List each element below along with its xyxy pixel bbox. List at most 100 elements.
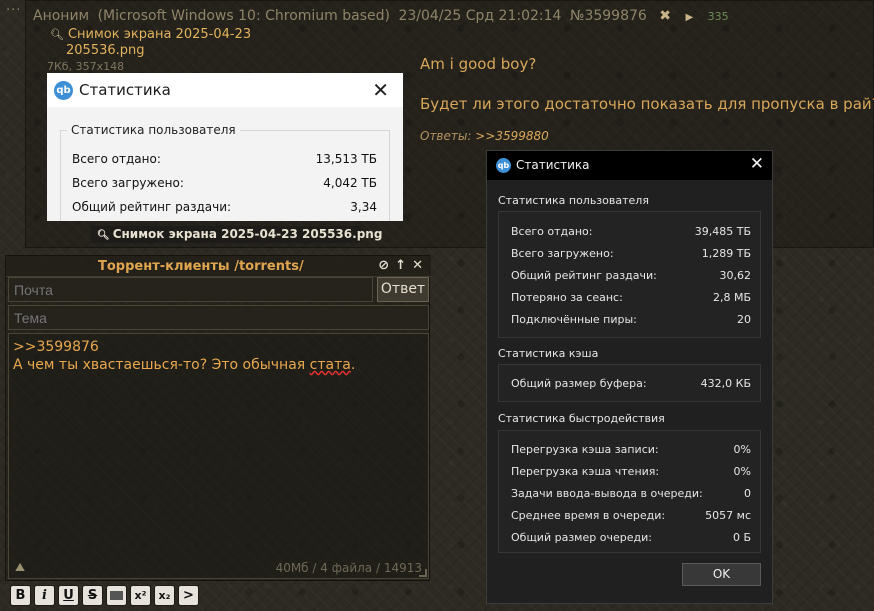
stat-row: Общий рейтинг раздачи: 30,62 <box>511 269 751 282</box>
attachment-name-line1[interactable]: Снимок экрана 2025-04-23 <box>68 27 251 42</box>
thumb-group-title: Статистика пользователя <box>67 123 240 137</box>
markup-toolbar: Bi U Sx² x₂ > <box>10 585 202 606</box>
section-title-performance: Статистика быстродействия <box>498 412 665 425</box>
reply-link[interactable]: >>3599880 <box>475 129 549 143</box>
section-title-cache: Статистика кэша <box>498 347 599 360</box>
message-text: . <box>350 357 356 373</box>
ok-button[interactable]: OK <box>682 563 761 586</box>
stat-value: 0 <box>744 487 751 500</box>
stat-row: Общий размер очереди: 0 Б <box>511 531 751 544</box>
stat-value: 5057 мс <box>705 509 751 522</box>
user-stats-box: Всего отдано: 39,485 ТБ Всего загружено: 1… <box>498 211 761 338</box>
stat-row: Всего отдано: 39,485 ТБ <box>511 225 751 238</box>
reply-form-titlebar[interactable]: Торрент-клиенты /torrents/ ⊘ ↑ ✕ <box>6 256 431 277</box>
post-datetime: 23/04/25 Срд 21:02:14 <box>398 8 562 24</box>
post-header: Аноним (Microsoft Windows 10: Chromium b… <box>33 8 733 24</box>
stat-row: Общий размер буфера: 432,0 КБ <box>511 377 751 390</box>
reply-button[interactable]: Ответ <box>377 277 429 302</box>
performance-stats-box: Перегрузка кэша записи: 0% Перегрузка кэш… <box>498 430 761 553</box>
post-replies: Ответы: >>3599880 <box>420 129 549 143</box>
stat-value: 30,62 <box>719 269 752 282</box>
underline-button[interactable]: U <box>58 585 79 606</box>
stat-label: Общий рейтинг раздачи: <box>511 269 657 282</box>
message-text: А чем ты хвастаешься-то? Это обычная <box>13 357 310 373</box>
play-icon[interactable]: ▶ <box>685 12 693 23</box>
magnifier-icon: 🔍︎ <box>50 28 64 41</box>
stat-label: Общий размер очереди: <box>511 531 652 544</box>
message-textarea[interactable]: >>3599876 А чем ты хвастаешься-то? Это о… <box>8 333 429 579</box>
stat-label: Задачи ввода-вывода в очереди: <box>511 487 703 500</box>
stat-value: 3,34 <box>350 200 377 214</box>
arrow-up-icon[interactable]: ↑ <box>395 258 406 273</box>
close-icon[interactable]: ✕ <box>750 154 764 174</box>
section-title-user: Статистика пользователя <box>498 194 649 207</box>
qbittorrent-logo-icon: qb <box>54 81 73 100</box>
close-icon[interactable]: ✕ <box>412 258 423 273</box>
reply-form: Торрент-клиенты /torrents/ ⊘ ↑ ✕ Ответ >>3… <box>5 255 431 581</box>
board-logo-icon: ⛰ <box>15 560 26 574</box>
stat-value: 20 <box>737 313 751 326</box>
thumb-window-title: Статистика <box>79 81 171 99</box>
post-reply-count: 335 <box>707 10 729 23</box>
stat-label: Потеряно за сеанс: <box>511 291 623 304</box>
stat-value: 0% <box>733 443 751 456</box>
stat-row: Перегрузка кэша записи: 0% <box>511 443 751 456</box>
stat-label: Всего отдано: <box>72 152 161 166</box>
stat-value: 39,485 ТБ <box>694 225 751 238</box>
thumb-window-titlebar: qb Статистика ✕ <box>47 73 403 107</box>
statistics-dialog: qb Статистика ✕ Статистика пользователя … <box>486 150 773 604</box>
strikethrough-button[interactable]: S <box>82 585 103 606</box>
subscript-button[interactable]: x₂ <box>154 585 175 606</box>
message-text-line: А чем ты хвастаешься-то? Это обычная ста… <box>13 357 355 373</box>
stat-label: Всего загружено: <box>511 247 614 260</box>
thumb-stat-row: Всего загружено: 4,042 ТБ <box>72 176 377 190</box>
stat-value: 1,289 ТБ <box>701 247 751 260</box>
quote-button[interactable]: > <box>178 585 199 606</box>
cache-stats-box: Общий размер буфера: 432,0 КБ <box>498 364 761 402</box>
attachment-meta: 7Кб, 357x148 <box>47 60 125 73</box>
attachment-thumbnail[interactable]: qb Статистика ✕ Статистика пользователя … <box>47 73 403 221</box>
thumbnail-caption-text[interactable]: Снимок экрана 2025-04-23 205536.png <box>113 227 383 241</box>
superscript-button[interactable]: x² <box>130 585 151 606</box>
stat-label: Всего отдано: <box>511 225 593 238</box>
email-field[interactable] <box>8 277 373 302</box>
misspelled-word: стата <box>309 357 351 373</box>
hide-post-icon[interactable]: ✖ <box>659 8 671 24</box>
reply-form-title: Торрент-клиенты /torrents/ <box>98 259 304 274</box>
spoiler-icon <box>110 591 123 600</box>
thumb-window-body: Статистика пользователя Всего отдано: 13… <box>47 107 403 221</box>
block-icon[interactable]: ⊘ <box>378 258 389 273</box>
post-number[interactable]: №3599876 <box>570 8 647 24</box>
dialog-titlebar[interactable]: qb Статистика ✕ <box>487 151 772 180</box>
message-quote-line: >>3599876 <box>13 339 99 355</box>
replies-label: Ответы: <box>420 129 472 143</box>
stat-value: 2,8 МБ <box>712 291 751 304</box>
stat-row: Перегрузка кэша чтения: 0% <box>511 465 751 478</box>
stat-label: Подключённые пиры: <box>511 313 637 326</box>
stat-row: Потеряно за сеанс: 2,8 МБ <box>511 291 751 304</box>
post-client: (Microsoft Windows 10: Chromium based) <box>97 8 390 24</box>
stat-row: Среднее время в очереди: 5057 мс <box>511 509 751 522</box>
stat-label: Перегрузка кэша чтения: <box>511 465 660 478</box>
stat-row: Подключённые пиры: 20 <box>511 313 751 326</box>
post-text-line: Am i good boy? <box>420 55 537 73</box>
thumbnail-caption[interactable]: 🔍︎ Снимок экрана 2025-04-23 205536.png <box>91 226 382 243</box>
close-icon: ✕ <box>372 78 389 102</box>
post-menu-dots[interactable]: ··· <box>6 3 21 18</box>
italic-button[interactable]: i <box>34 585 55 606</box>
subject-field[interactable] <box>8 305 429 330</box>
thumb-stat-row: Общий рейтинг раздачи: 3,34 <box>72 200 377 214</box>
stat-label: Всего загружено: <box>72 176 184 190</box>
bold-button[interactable]: B <box>10 585 31 606</box>
form-title-icons: ⊘ ↑ ✕ <box>372 258 423 273</box>
attachment-name-line2[interactable]: 205536.png <box>50 43 260 59</box>
resize-grip[interactable] <box>419 569 427 577</box>
stat-value: 13,513 ТБ <box>315 152 377 166</box>
stat-label: Перегрузка кэша записи: <box>511 443 659 456</box>
stat-label: Среднее время в очереди: <box>511 509 666 522</box>
stat-value: 0 Б <box>732 531 751 544</box>
post-text-line: Будет ли этого достаточно показать для п… <box>420 95 874 113</box>
attachment-link[interactable]: 🔍︎ Снимок экрана 2025-04-23 205536.png <box>50 27 260 59</box>
spoiler-button[interactable] <box>106 585 127 606</box>
stat-row: Задачи ввода-вывода в очереди: 0 <box>511 487 751 500</box>
